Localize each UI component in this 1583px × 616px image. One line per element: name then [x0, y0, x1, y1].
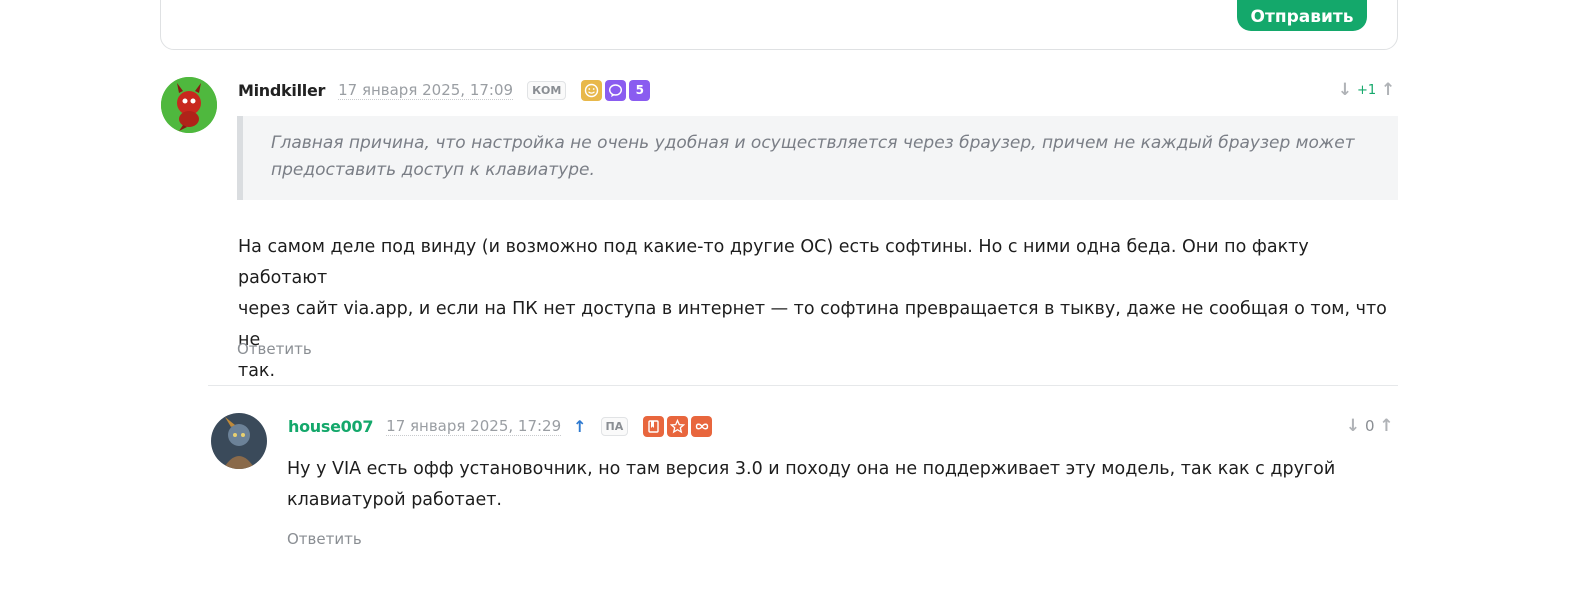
- comment-body-line: так.: [238, 361, 276, 381]
- user-badges: [640, 415, 713, 437]
- role-badge: КОМ: [527, 80, 567, 100]
- divider: [208, 385, 1398, 386]
- downvote-icon[interactable]: ↓: [1337, 80, 1353, 100]
- parent-comment-link[interactable]: ↑: [573, 417, 586, 436]
- count-badge: 5: [629, 79, 651, 101]
- upvote-icon[interactable]: ↑: [1379, 416, 1395, 436]
- username[interactable]: Mindkiller: [238, 81, 325, 100]
- timestamp[interactable]: 17 января 2025, 17:09: [338, 81, 514, 100]
- speech-bubble-icon: [605, 79, 627, 101]
- avatar[interactable]: [161, 77, 217, 133]
- downvote-icon[interactable]: ↓: [1345, 416, 1361, 436]
- send-button[interactable]: Отправить: [1237, 0, 1367, 31]
- quote-block: Главная причина, что настройка не очень …: [237, 116, 1398, 200]
- upvote-icon[interactable]: ↑: [1380, 80, 1396, 100]
- comment-body-line: через сайт via.app, и если на ПК нет дос…: [238, 299, 1387, 350]
- infinity-icon: [691, 415, 713, 437]
- devil-avatar-icon: [161, 77, 217, 133]
- role-badge: ПА: [600, 416, 629, 436]
- reply-link[interactable]: Ответить: [287, 530, 362, 548]
- comment-body-line: На самом деле под винду (и возможно под …: [238, 237, 1309, 288]
- comment-body-line: Ну у VIA есть офф установочник, но там в…: [287, 459, 1336, 479]
- smile-icon: [581, 79, 603, 101]
- comment-body: Ну у VIA есть офф установочник, но там в…: [287, 454, 1397, 516]
- score: 0: [1365, 417, 1375, 435]
- user-badges: 5: [578, 79, 651, 101]
- star-icon: [667, 415, 689, 437]
- comment-body-line: клавиатурой работает.: [287, 490, 502, 510]
- username[interactable]: house007: [288, 417, 373, 436]
- vote-controls: ↓ 0 ↑: [1345, 416, 1395, 436]
- avatar[interactable]: [211, 413, 267, 469]
- comment-body: На самом деле под винду (и возможно под …: [238, 232, 1398, 387]
- reply-link[interactable]: Ответить: [237, 340, 312, 358]
- timestamp[interactable]: 17 января 2025, 17:29: [386, 417, 562, 436]
- book-icon: [643, 415, 665, 437]
- score: +1: [1357, 82, 1377, 98]
- vote-controls: ↓ +1 ↑: [1337, 80, 1396, 100]
- character-avatar-icon: [211, 413, 267, 469]
- comment-form-card: Отправить: [160, 0, 1398, 50]
